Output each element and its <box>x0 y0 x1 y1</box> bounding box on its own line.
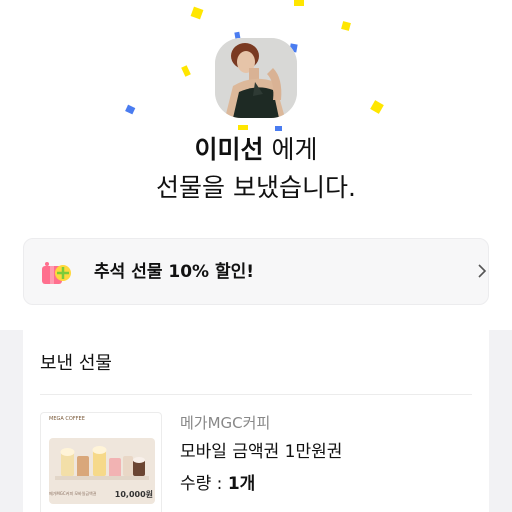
confetti-piece <box>125 104 136 115</box>
confetti-piece <box>370 100 384 114</box>
confetti-piece <box>238 125 248 130</box>
quantity-value: 1개 <box>227 474 256 494</box>
recipient-name: 이미선 <box>192 132 266 168</box>
gift-brand: 메가MGC커피 <box>180 414 271 432</box>
section-title: 보낸 선물 <box>40 353 112 374</box>
recipient-avatar <box>215 38 297 118</box>
quantity-label: 수량 : <box>180 474 228 494</box>
sent-gifts-card: 보낸 선물 MEGA COFFEE 메가MGC커피 모바일금액권 10,000원… <box>23 330 489 512</box>
gift-sparkle-icon <box>39 258 73 292</box>
promo-text: 추석 선물 10% 할인! <box>94 262 255 282</box>
voucher-desc: 메가MGC커피 모바일금액권 <box>49 491 97 496</box>
gift-quantity: 수량 : 1개 <box>180 472 255 496</box>
divider <box>40 394 472 395</box>
gift-thumbnail[interactable]: MEGA COFFEE 메가MGC커피 모바일금액권 10,000원 <box>40 412 162 512</box>
confetti-piece <box>341 21 351 31</box>
recipient-suffix: 에게 <box>263 135 318 164</box>
confetti-piece <box>294 0 304 6</box>
chevron-right-icon <box>477 263 487 283</box>
confetti-piece <box>181 65 191 77</box>
promo-banner[interactable]: 추석 선물 10% 할인! <box>23 238 489 305</box>
gift-product-name[interactable]: 모바일 금액권 1만원권 <box>180 440 342 464</box>
confetti-piece <box>190 6 204 20</box>
voucher-amount: 10,000원 <box>114 490 153 499</box>
success-header: 이미선 에게 선물을 보냈습니다. 추석 선물 10% 할인! <box>0 0 512 330</box>
voucher-brand: MEGA COFFEE <box>49 416 85 422</box>
success-message: 선물을 보냈습니다. <box>156 173 356 202</box>
recipient-line: 이미선 에게 <box>0 132 512 168</box>
